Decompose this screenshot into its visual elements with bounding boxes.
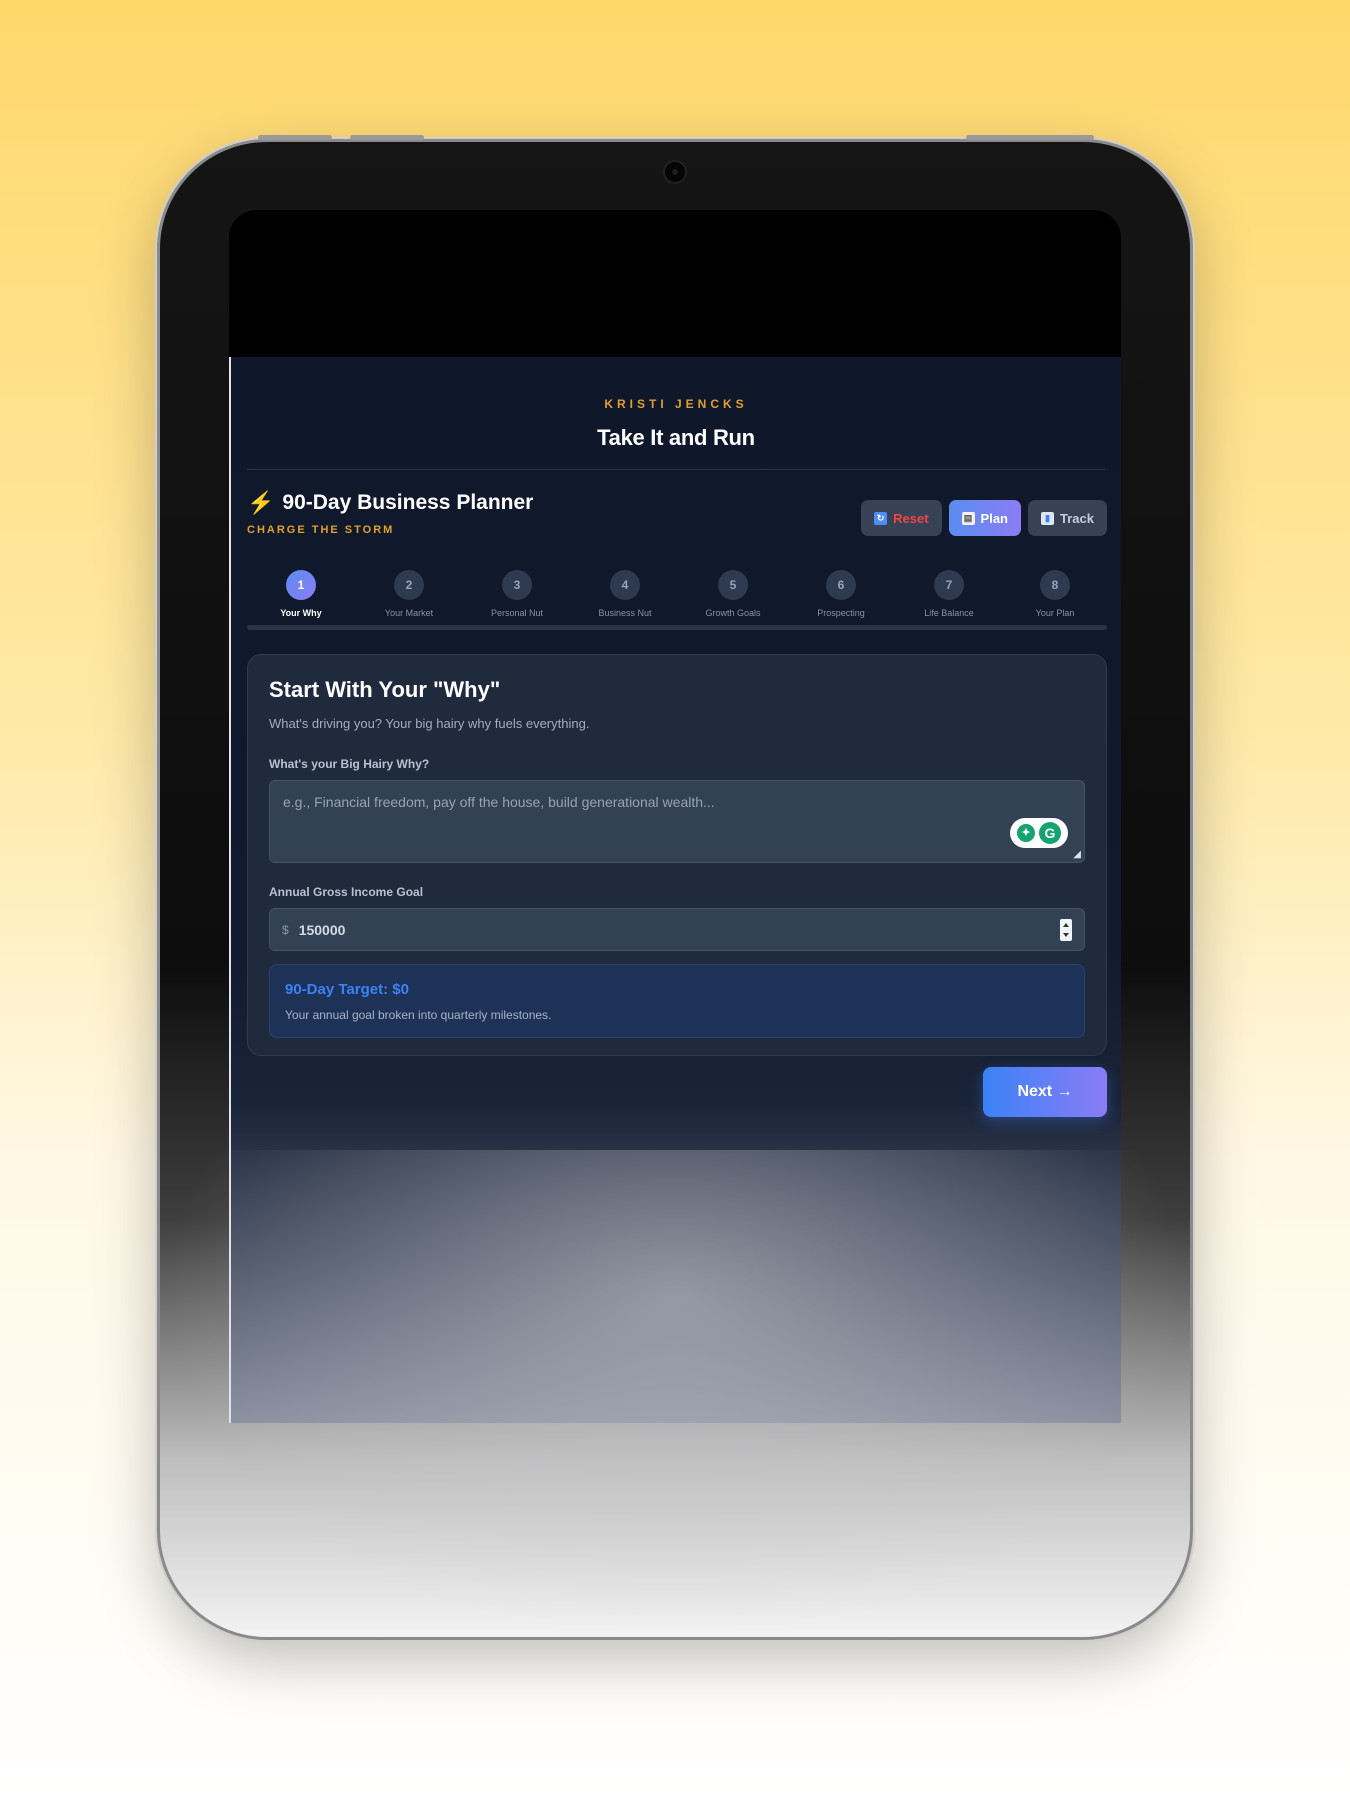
- screen: KRISTI JENCKS Take It and Run ⚡ 90-Day B…: [229, 210, 1121, 1423]
- track-button[interactable]: ▮ Track: [1028, 500, 1107, 536]
- step-2[interactable]: 2 Your Market: [355, 570, 463, 618]
- plan-label: Plan: [980, 510, 1009, 526]
- planner-header: ⚡ 90-Day Business Planner CHARGE THE STO…: [247, 490, 1107, 546]
- why-label: What's your Big Hairy Why?: [269, 757, 430, 771]
- income-input[interactable]: $ 150000: [269, 908, 1085, 951]
- volume-button: [258, 135, 332, 140]
- step-7[interactable]: 7 Life Balance: [895, 570, 1003, 618]
- step-number: 4: [610, 570, 640, 600]
- target-title: 90-Day Target: $0: [285, 981, 409, 998]
- income-value: 150000: [298, 921, 346, 938]
- camera-icon: [663, 160, 687, 184]
- step-nav: 1 Your Why 2 Your Market 3 Personal Nut …: [247, 570, 1107, 630]
- brand-name: KRISTI JENCKS: [604, 397, 748, 411]
- grammarly-widget[interactable]: ✦ G: [1010, 818, 1068, 848]
- why-card: Start With Your "Why" What's driving you…: [247, 654, 1107, 1056]
- reset-button[interactable]: ↻ Reset: [861, 500, 942, 536]
- track-label: Track: [1060, 510, 1094, 526]
- chart-icon: ▮: [1041, 511, 1055, 525]
- step-label: Your Market: [384, 608, 434, 618]
- step-label: Life Balance: [924, 608, 974, 618]
- lightbulb-icon: ✦: [1017, 824, 1035, 842]
- step-number: 8: [1040, 570, 1070, 600]
- step-3[interactable]: 3 Personal Nut: [463, 570, 571, 618]
- brand-title: Take It and Run: [597, 425, 755, 450]
- volume-button: [350, 135, 424, 140]
- step-number: 7: [934, 570, 964, 600]
- number-stepper[interactable]: [1060, 919, 1072, 941]
- resize-handle-icon[interactable]: ◢: [1073, 849, 1081, 860]
- why-textarea[interactable]: e.g., Financial freedom, pay off the hou…: [269, 780, 1085, 863]
- refresh-icon: ↻: [874, 511, 888, 525]
- income-label: Annual Gross Income Goal: [269, 885, 424, 899]
- step-5[interactable]: 5 Growth Goals: [679, 570, 787, 618]
- step-4[interactable]: 4 Business Nut: [571, 570, 679, 618]
- step-8[interactable]: 8 Your Plan: [1001, 570, 1109, 618]
- status-area: [229, 210, 1121, 357]
- step-number: 3: [502, 570, 532, 600]
- step-number: 5: [718, 570, 748, 600]
- step-label: Growth Goals: [705, 608, 761, 618]
- currency-symbol: $: [282, 922, 289, 937]
- grammarly-icon: G: [1039, 822, 1061, 844]
- clipboard-icon: ▤: [961, 511, 975, 525]
- lightning-icon: ⚡: [247, 490, 275, 515]
- step-number: 6: [826, 570, 856, 600]
- target-description: Your annual goal broken into quarterly m…: [285, 1008, 552, 1022]
- step-1[interactable]: 1 Your Why: [247, 570, 355, 618]
- card-title: Start With Your "Why": [269, 677, 501, 702]
- reset-label: Reset: [893, 510, 929, 526]
- step-number: 1: [286, 570, 316, 600]
- action-buttons: ↻ Reset ▤ Plan ▮ Track: [861, 500, 1107, 536]
- step-label: Your Why: [280, 608, 322, 618]
- step-6[interactable]: 6 Prospecting: [787, 570, 895, 618]
- step-number: 2: [394, 570, 424, 600]
- step-label: Business Nut: [598, 608, 652, 618]
- target-box: 90-Day Target: $0 Your annual goal broke…: [269, 964, 1085, 1038]
- why-placeholder: e.g., Financial freedom, pay off the hou…: [283, 794, 715, 810]
- progress-track: [247, 625, 1107, 630]
- planner-title-text: 90-Day Business Planner: [282, 491, 534, 514]
- power-button: [966, 135, 1094, 140]
- next-button[interactable]: Next →: [983, 1067, 1107, 1117]
- card-description: What's driving you? Your big hairy why f…: [269, 716, 590, 731]
- divider: [247, 469, 1105, 470]
- planner-app: KRISTI JENCKS Take It and Run ⚡ 90-Day B…: [229, 357, 1121, 1423]
- step-label: Personal Nut: [490, 608, 544, 618]
- plan-button[interactable]: ▤ Plan: [948, 500, 1022, 536]
- step-label: Your Plan: [1035, 608, 1075, 618]
- step-label: Prospecting: [817, 608, 865, 618]
- brand-header: KRISTI JENCKS Take It and Run: [231, 357, 1121, 451]
